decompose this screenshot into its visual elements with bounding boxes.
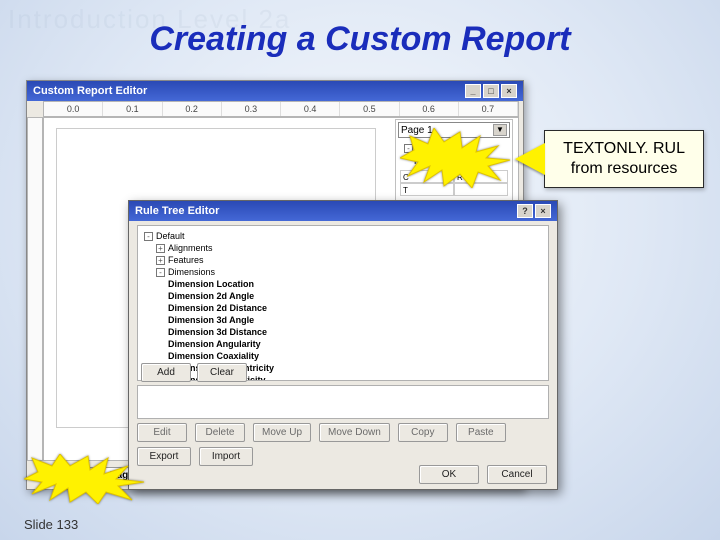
slide-number: Slide 133	[24, 517, 78, 532]
clear-button[interactable]: Clear	[197, 363, 247, 382]
tree-item[interactable]: Dimension 2d Distance	[144, 302, 542, 314]
ruler-tick: 0.1	[103, 102, 162, 116]
dialog-titlebar[interactable]: Rule Tree Editor ? ×	[129, 201, 557, 221]
rule-expression-box[interactable]	[137, 385, 549, 419]
maximize-button[interactable]: □	[483, 84, 499, 98]
callout-line2: from resources	[563, 159, 685, 179]
close-button[interactable]: ×	[535, 204, 551, 218]
tree-root: Default	[156, 231, 185, 241]
move-down-button[interactable]: Move Down	[319, 423, 390, 442]
ok-button[interactable]: OK	[419, 465, 479, 484]
ruler-tick: 0.2	[163, 102, 222, 116]
starburst-highlight	[400, 128, 520, 188]
slide-title: Creating a Custom Report	[0, 20, 720, 59]
add-button[interactable]: Add	[141, 363, 191, 382]
cancel-button[interactable]: Cancel	[487, 465, 547, 484]
dialog-title: Rule Tree Editor	[135, 205, 219, 217]
expand-icon[interactable]: +	[156, 244, 165, 253]
ruler-tick: 0.7	[459, 102, 518, 116]
delete-button[interactable]: Delete	[195, 423, 245, 442]
window-title: Custom Report Editor	[33, 85, 147, 97]
starburst-highlight-tabs	[24, 454, 154, 504]
ruler-tick: 0.5	[340, 102, 399, 116]
tree-item[interactable]: Dimension 3d Angle	[144, 314, 542, 326]
expand-icon[interactable]: +	[156, 256, 165, 265]
tree-item[interactable]: Dimension 2d Angle	[144, 290, 542, 302]
arrow-left-icon	[515, 143, 545, 175]
move-up-button[interactable]: Move Up	[253, 423, 311, 442]
tree-item[interactable]: Dimension 3d Distance	[144, 326, 542, 338]
tree-item[interactable]: Dimension Location	[144, 278, 542, 290]
collapse-icon[interactable]: -	[156, 268, 165, 277]
minimize-button[interactable]: _	[465, 84, 481, 98]
tree-item[interactable]: Dimension Coaxiality	[144, 350, 542, 362]
tree-item[interactable]: Features	[168, 255, 204, 265]
dialog-window-controls: ? ×	[517, 204, 551, 218]
paste-button[interactable]: Paste	[456, 423, 506, 442]
collapse-icon[interactable]: -	[144, 232, 153, 241]
tree-item[interactable]: Dimensions	[168, 267, 215, 277]
ruler-tick: 0.4	[281, 102, 340, 116]
horizontal-ruler: 0.0 0.1 0.2 0.3 0.4 0.5 0.6 0.7	[43, 101, 519, 117]
titlebar[interactable]: Custom Report Editor _ □ ×	[27, 81, 523, 101]
edit-button[interactable]: Edit	[137, 423, 187, 442]
ruler-tick: 0.0	[44, 102, 103, 116]
rule-tree-editor-dialog: Rule Tree Editor ? × -Default +Alignment…	[128, 200, 558, 490]
tree-item[interactable]: Alignments	[168, 243, 213, 253]
rule-tree-list[interactable]: -Default +Alignments +Features -Dimensio…	[137, 225, 549, 381]
help-button[interactable]: ?	[517, 204, 533, 218]
window-controls: _ □ ×	[465, 84, 517, 98]
tree-item[interactable]: Dimension Angularity	[144, 338, 542, 350]
ruler-tick: 0.6	[400, 102, 459, 116]
callout-line1: TEXTONLY. RUL	[563, 139, 685, 159]
close-button[interactable]: ×	[501, 84, 517, 98]
ruler-tick: 0.3	[222, 102, 281, 116]
import-button[interactable]: Import	[199, 447, 253, 466]
callout: TEXTONLY. RUL from resources	[515, 130, 704, 188]
vertical-ruler	[27, 117, 43, 461]
callout-box: TEXTONLY. RUL from resources	[544, 130, 704, 188]
copy-button[interactable]: Copy	[398, 423, 448, 442]
